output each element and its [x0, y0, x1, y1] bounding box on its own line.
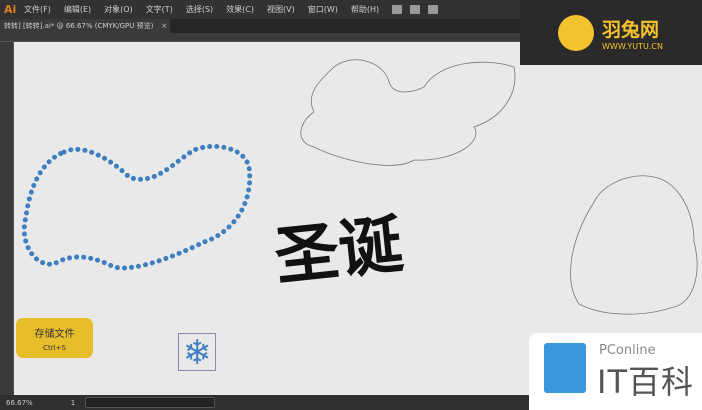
- menu-effect[interactable]: 效果(C): [226, 4, 254, 15]
- brand-name: 羽兔网: [602, 18, 660, 41]
- document-tab[interactable]: 转转] [转转].ai* @ 66.67% (CMYK/GPU 预览) ×: [0, 19, 170, 33]
- watermark-top: PConline: [599, 343, 656, 358]
- yutu-brand-watermark: 羽兔网 WWW.YUTU.CN: [520, 0, 702, 65]
- zoom-level[interactable]: 66.67%: [6, 399, 33, 407]
- bridge-icon[interactable]: [392, 5, 403, 14]
- rabbit-logo-icon: [558, 14, 594, 51]
- menu-type[interactable]: 文字(T): [146, 4, 173, 15]
- snowflake-icon[interactable]: ❄: [178, 333, 216, 372]
- stock-icon[interactable]: [410, 5, 421, 14]
- horizontal-scrollbar[interactable]: [85, 397, 215, 408]
- save-shortcut: Ctrl+S: [43, 344, 66, 352]
- menu-select[interactable]: 选择(S): [186, 4, 213, 15]
- tab-close-button[interactable]: ×: [161, 22, 167, 30]
- page-number[interactable]: 1: [71, 399, 75, 407]
- menu-file[interactable]: 文件(F): [24, 4, 51, 15]
- vertical-ruler: [0, 42, 14, 395]
- magnifier-book-icon: [544, 343, 586, 393]
- save-shortcut-hint: 存储文件 Ctrl+S: [16, 318, 93, 358]
- menu-help[interactable]: 帮助(H): [351, 4, 379, 15]
- christmas-lettering: 圣诞: [271, 207, 407, 295]
- tree-outline: [570, 175, 698, 315]
- pconline-watermark: PConline IT百科: [529, 333, 702, 410]
- tab-title: 转转] [转转].ai* @ 66.67% (CMYK/GPU 预览): [4, 22, 154, 30]
- menu-edit[interactable]: 编辑(E): [64, 4, 91, 15]
- snowflake-dotted-path: [21, 143, 253, 271]
- save-label: 存储文件: [34, 329, 75, 340]
- brand-url: WWW.YUTU.CN: [602, 41, 663, 51]
- cloud-outline: [300, 59, 516, 166]
- workspace-icon[interactable]: [428, 5, 439, 14]
- menu-view[interactable]: 视图(V): [267, 4, 295, 15]
- watermark-bottom: IT百科: [597, 363, 694, 401]
- app-logo: Ai: [4, 3, 17, 16]
- menu-object[interactable]: 对象(O): [104, 4, 133, 15]
- menu-window[interactable]: 窗口(W): [308, 4, 338, 15]
